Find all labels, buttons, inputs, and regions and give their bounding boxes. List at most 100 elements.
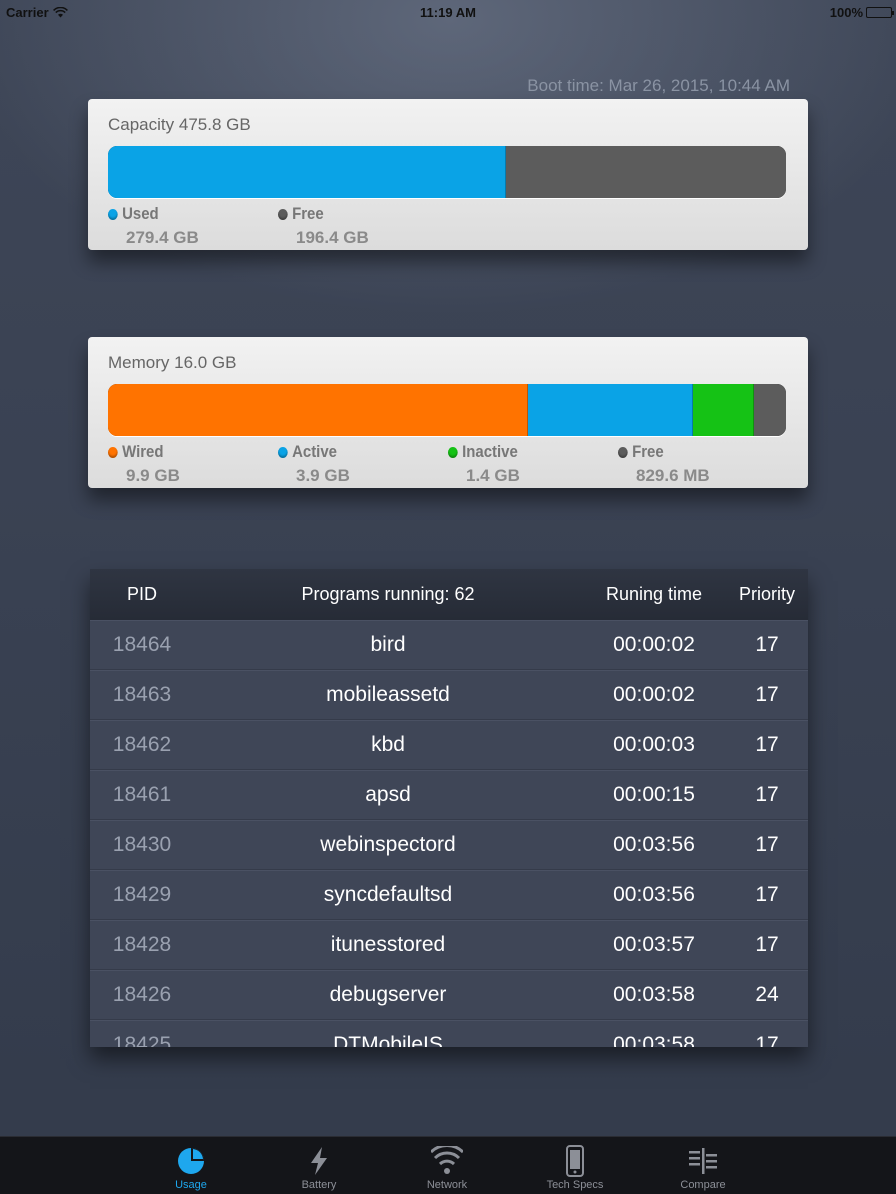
running-time-cell: 00:03:57 <box>613 933 695 956</box>
capacity-legend-free: Free 196.4 GB <box>278 204 448 248</box>
table-row[interactable]: 18428 itunesstored 00:03:57 17 <box>90 920 808 970</box>
legend-value: 1.4 GB <box>466 466 520 485</box>
memory-legend-inactive: Inactive 1.4 GB <box>448 442 618 486</box>
legend-value: 9.9 GB <box>126 466 180 485</box>
lightning-icon <box>311 1147 327 1175</box>
capacity-legend-used: Used 279.4 GB <box>108 204 278 248</box>
legend-dot <box>108 446 118 458</box>
table-row[interactable]: 18430 webinspectord 00:03:56 17 <box>90 820 808 870</box>
tab-compare-label: Compare <box>680 1179 726 1191</box>
capacity-segment-used <box>108 146 506 198</box>
program-name-cell: syncdefaultsd <box>323 883 453 906</box>
running-time-cell: 00:03:58 <box>613 983 695 1006</box>
header-priority[interactable]: Priority <box>726 584 808 605</box>
process-table: PID Programs running: 62 Runing time Pri… <box>90 569 808 1047</box>
table-row[interactable]: 18462 kbd 00:00:03 17 <box>90 720 808 770</box>
running-time-cell: 00:00:03 <box>613 733 695 756</box>
table-row[interactable]: 18464 bird 00:00:02 17 <box>90 620 808 670</box>
legend-value: 3.9 GB <box>296 466 350 485</box>
pid-cell: 18429 <box>112 883 172 906</box>
priority-cell: 17 <box>755 883 779 906</box>
running-time-cell: 00:03:56 <box>613 883 695 906</box>
compare-icon <box>689 1148 717 1174</box>
memory-legend-wired: Wired 9.9 GB <box>108 442 278 486</box>
tab-usage[interactable]: Usage <box>151 1143 231 1191</box>
running-time-cell: 00:00:02 <box>613 683 695 706</box>
priority-cell: 17 <box>755 633 779 656</box>
memory-segment-inactive <box>693 384 755 436</box>
legend-dot <box>448 446 458 458</box>
memory-bar <box>108 384 786 436</box>
table-row[interactable]: 18461 apsd 00:00:15 17 <box>90 770 808 820</box>
legend-dot <box>278 446 288 458</box>
program-name-cell: itunesstored <box>330 933 446 956</box>
tab-compare[interactable]: Compare <box>663 1143 743 1191</box>
table-row[interactable]: 18463 mobileassetd 00:00:02 17 <box>90 670 808 720</box>
pid-cell: 18461 <box>112 783 172 806</box>
legend-value: 829.6 MB <box>636 466 710 485</box>
legend-label: Active <box>292 442 337 461</box>
header-programs[interactable]: Programs running: 62 <box>194 584 582 605</box>
legend-dot <box>278 208 288 220</box>
legend-label: Inactive <box>462 442 518 461</box>
pie-chart-icon <box>178 1148 204 1174</box>
phone-icon <box>566 1145 584 1177</box>
tab-battery[interactable]: Battery <box>279 1143 359 1191</box>
memory-segment-wired <box>108 384 529 436</box>
program-name-cell: mobileassetd <box>326 683 450 706</box>
wifi-icon <box>431 1146 463 1174</box>
memory-panel: Memory 16.0 GB Wired 9.9 GB Active 3.9 GB In… <box>88 337 808 488</box>
running-time-cell: 00:03:56 <box>613 833 695 856</box>
battery-icon <box>866 7 894 18</box>
legend-value: 196.4 GB <box>296 228 369 247</box>
tab-network[interactable]: Network <box>407 1143 487 1191</box>
header-running-time[interactable]: Runing time <box>582 584 726 605</box>
running-time-cell: 00:00:02 <box>613 633 695 656</box>
legend-label: Free <box>292 204 324 223</box>
program-name-cell: kbd <box>371 733 405 756</box>
memory-legend-free: Free 829.6 MB <box>618 442 788 486</box>
running-time-cell: 00:03:58 <box>613 1033 695 1047</box>
legend-label: Wired <box>122 442 164 461</box>
memory-title: Memory 16.0 GB <box>108 353 237 372</box>
capacity-panel: Capacity 475.8 GB Used 279.4 GB Free 196.4 … <box>88 99 808 250</box>
tab-bar: Usage Battery Network Tech Specs Compare <box>0 1136 896 1194</box>
capacity-segment-free <box>505 146 786 198</box>
priority-cell: 17 <box>755 783 779 806</box>
priority-cell: 17 <box>755 733 779 756</box>
tab-network-label: Network <box>426 1179 468 1191</box>
memory-legend-active: Active 3.9 GB <box>278 442 448 486</box>
pid-cell: 18463 <box>112 683 172 706</box>
pid-cell: 18428 <box>112 933 172 956</box>
clock: 11:19 AM <box>420 5 476 20</box>
tab-tech-specs-label: Tech Specs <box>546 1179 604 1191</box>
capacity-title: Capacity 475.8 GB <box>108 115 251 134</box>
header-pid[interactable]: PID <box>90 584 194 605</box>
running-time-cell: 00:00:15 <box>613 783 695 806</box>
capacity-bar <box>108 146 786 198</box>
legend-dot <box>108 208 118 220</box>
program-name-cell: DTMobileIS <box>333 1033 443 1047</box>
priority-cell: 17 <box>755 683 779 706</box>
legend-value: 279.4 GB <box>126 228 199 247</box>
pid-cell: 18462 <box>112 733 172 756</box>
priority-cell: 17 <box>755 933 779 956</box>
legend-label: Free <box>632 442 664 461</box>
battery-percent: 100% <box>829 5 863 20</box>
table-body[interactable]: 18464 bird 00:00:02 17 18463 mobileassetd 00:0… <box>90 620 808 1047</box>
priority-cell: 24 <box>755 983 779 1006</box>
status-bar: Carrier 11:19 AM 100% <box>0 0 896 26</box>
legend-dot <box>618 446 628 458</box>
legend-label: Used <box>122 204 159 223</box>
memory-segment-active <box>528 384 694 436</box>
pid-cell: 18426 <box>112 983 172 1006</box>
tab-usage-label: Usage <box>175 1179 207 1191</box>
boot-time: Boot time: Mar 26, 2015, 10:44 AM <box>527 76 790 95</box>
table-row[interactable]: 18429 syncdefaultsd 00:03:56 17 <box>90 870 808 920</box>
table-row[interactable]: 18425 DTMobileIS 00:03:58 17 <box>90 1020 808 1047</box>
tab-tech-specs[interactable]: Tech Specs <box>535 1143 615 1191</box>
priority-cell: 17 <box>755 833 779 856</box>
pid-cell: 18430 <box>112 833 172 856</box>
table-row[interactable]: 18426 debugserver 00:03:58 24 <box>90 970 808 1020</box>
memory-segment-free <box>754 384 786 436</box>
